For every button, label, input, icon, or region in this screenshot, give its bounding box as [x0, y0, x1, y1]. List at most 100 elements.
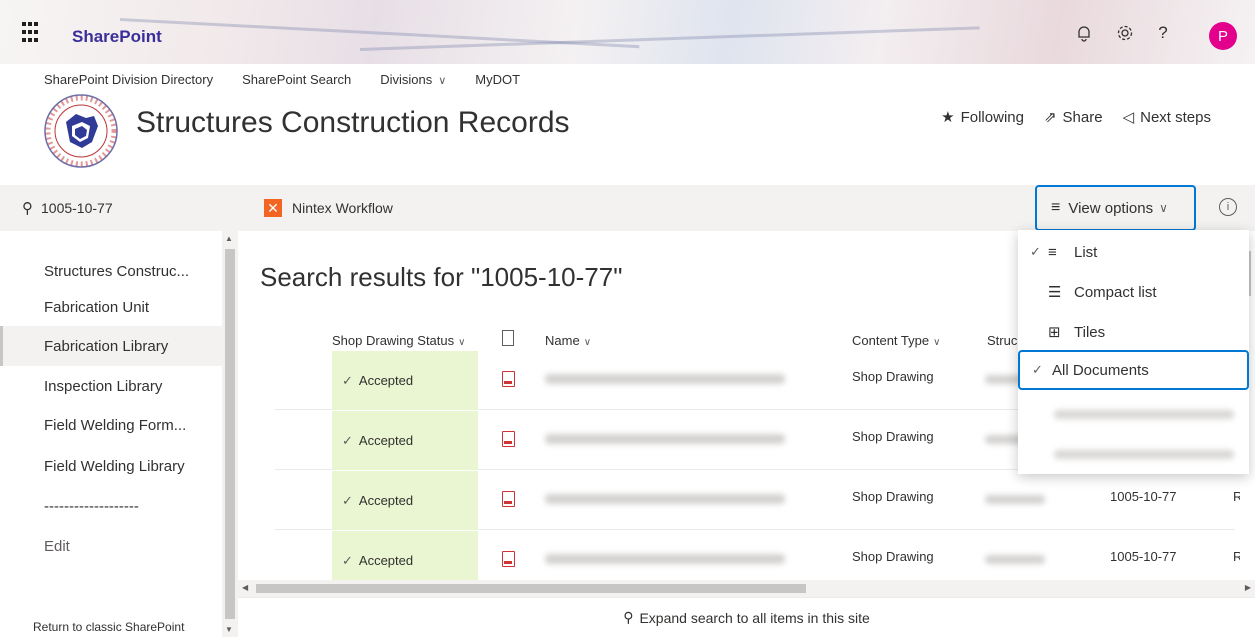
search-icon: ⚲: [22, 200, 33, 217]
menu-item-label: List: [1074, 243, 1098, 261]
suite-bar: SharePoint ? P: [0, 0, 1255, 64]
menu-item-redacted[interactable]: [1054, 410, 1234, 419]
structure-cell-redacted: [985, 495, 1045, 504]
site-title[interactable]: Structures Construction Records: [136, 106, 570, 140]
nav-edit-link[interactable]: Edit: [0, 526, 222, 566]
results-horizontal-scrollbar[interactable]: ◀ ▶: [238, 580, 1255, 597]
project-id-cell: 1005-10-77: [1110, 549, 1177, 564]
chevron-down-icon: ∨: [458, 337, 466, 348]
next-steps-label: Next steps: [1140, 109, 1211, 126]
share-icon: ⇗: [1043, 109, 1057, 126]
menu-item-redacted[interactable]: [1054, 450, 1234, 459]
expand-search-link[interactable]: ⚲ Expand search to all items in this sit…: [238, 597, 1255, 637]
return-to-classic-link[interactable]: Return to classic SharePoint: [33, 620, 184, 634]
help-icon[interactable]: ?: [1150, 20, 1176, 46]
nintex-workflow-button[interactable]: ✕ Nintex Workflow: [264, 199, 393, 217]
notifications-bell-icon[interactable]: [1071, 20, 1097, 46]
file-type-header-icon[interactable]: [502, 330, 514, 346]
settings-gear-icon[interactable]: [1112, 20, 1138, 46]
nav-item-fabrication-library[interactable]: Fabrication Library: [0, 326, 222, 366]
share-button[interactable]: ⇗ Share: [1044, 108, 1103, 126]
content-type-cell: Shop Drawing: [852, 429, 934, 444]
chevron-down-icon: ∨: [1159, 201, 1168, 215]
following-label: Following: [960, 109, 1024, 126]
checkmark-icon: ✓: [1030, 244, 1041, 259]
search-results-title: Search results for "1005-10-77": [260, 262, 623, 292]
list-icon: ≡: [1048, 243, 1057, 261]
nav-item-fabrication-unit[interactable]: Fabrication Unit: [0, 287, 222, 327]
status-cell: ✓ Accepted: [332, 471, 478, 530]
menu-item-all-documents[interactable]: ✓ All Documents: [1018, 350, 1249, 390]
content-type-cell: Shop Drawing: [852, 369, 934, 384]
checkmark-icon: ✓: [342, 552, 353, 568]
pdf-file-icon: [502, 431, 515, 447]
nav-link-division-directory[interactable]: SharePoint Division Directory: [44, 72, 213, 87]
menu-item-label: Compact list: [1074, 283, 1157, 301]
scroll-left-icon[interactable]: ◀: [242, 583, 248, 592]
menu-item-tiles[interactable]: ⊞ Tiles: [1018, 312, 1249, 352]
file-name-redacted[interactable]: [545, 554, 785, 564]
column-content-type-label: Content Type: [852, 333, 930, 348]
app-launcher-icon[interactable]: [22, 22, 44, 44]
file-name-redacted[interactable]: [545, 374, 785, 384]
user-avatar[interactable]: P: [1209, 22, 1237, 50]
checkmark-icon: ✓: [1032, 362, 1043, 377]
site-top-nav: SharePoint Division Directory SharePoint…: [44, 72, 520, 87]
column-header-content-type[interactable]: Content Type ∨: [852, 333, 940, 348]
column-header-status[interactable]: Shop Drawing Status ∨: [332, 333, 465, 348]
chevron-down-icon: ∨: [583, 337, 592, 348]
content-type-cell: Shop Drawing: [852, 549, 934, 564]
pdf-file-icon: [502, 551, 515, 567]
structure-cell-redacted: [985, 555, 1045, 564]
nav-separator: -------------------: [44, 497, 139, 515]
info-icon[interactable]: i: [1219, 198, 1237, 216]
scroll-up-icon[interactable]: ▲: [225, 234, 233, 243]
site-logo-seal[interactable]: [42, 92, 120, 170]
nav-divisions-label: Divisions: [380, 72, 433, 87]
nav-item-structures-construction[interactable]: Structures Construc...: [0, 251, 222, 291]
scroll-right-icon[interactable]: ▶: [1245, 583, 1251, 592]
compact-list-icon: ☰: [1048, 284, 1062, 301]
sharepoint-brand-link[interactable]: SharePoint: [72, 27, 162, 47]
status-text: Accepted: [358, 553, 414, 568]
site-actions: ★ Following ⇗ Share ◁ Next steps: [941, 108, 1211, 126]
scrollbar-thumb[interactable]: [225, 249, 235, 619]
status-text: Accepted: [358, 373, 414, 388]
table-row[interactable]: ✓ Accepted Shop Drawing 1005-10-77 R: [275, 471, 1242, 530]
view-options-label: View options: [1068, 199, 1154, 217]
status-text: Accepted: [358, 433, 414, 448]
next-steps-button[interactable]: ◁ Next steps: [1123, 108, 1211, 126]
menu-item-compact-list[interactable]: ☰ Compact list: [1018, 272, 1249, 312]
nav-link-mydot[interactable]: MyDOT: [475, 72, 520, 87]
nav-item-field-welding-form[interactable]: Field Welding Form...: [0, 405, 222, 445]
search-query: 1005-10-77: [41, 200, 113, 216]
column-header-structure[interactable]: Struc: [987, 333, 1017, 348]
menu-item-list[interactable]: ✓ ≡ List: [1018, 232, 1249, 272]
scrollbar-thumb[interactable]: [256, 584, 806, 593]
following-button[interactable]: ★ Following: [941, 108, 1024, 126]
command-bar: ✕ Nintex Workflow ≡ View options ∨ i: [238, 185, 1255, 231]
tiles-icon: ⊞: [1048, 324, 1061, 341]
banner-decoration: [359, 26, 980, 51]
file-name-redacted[interactable]: [545, 494, 785, 504]
nav-item-inspection-library[interactable]: Inspection Library: [0, 366, 222, 406]
scroll-down-icon[interactable]: ▼: [225, 625, 233, 634]
search-box[interactable]: ⚲ 1005-10-77: [0, 185, 238, 231]
file-name-redacted[interactable]: [545, 434, 785, 444]
pdf-file-icon: [502, 371, 515, 387]
nav-divisions-dropdown[interactable]: Divisions ∨: [380, 72, 446, 87]
nav-link-sharepoint-search[interactable]: SharePoint Search: [242, 72, 351, 87]
left-nav-scrollbar[interactable]: ▲ ▼: [222, 231, 238, 637]
expand-search-label: Expand search to all items in this site: [639, 609, 870, 626]
column-header-name[interactable]: Name ∨: [545, 333, 591, 348]
menu-item-label: All Documents: [1052, 361, 1149, 379]
view-options-button[interactable]: ≡ View options ∨: [1035, 185, 1196, 231]
chevron-down-icon: ∨: [438, 75, 447, 87]
menu-item-label: Tiles: [1074, 323, 1106, 341]
column-status-label: Shop Drawing Status: [332, 333, 455, 348]
list-lines-icon: ≡: [1051, 199, 1061, 216]
nav-item-field-welding-library[interactable]: Field Welding Library: [0, 446, 222, 486]
star-filled-icon: ★: [941, 109, 955, 126]
checkmark-icon: ✓: [342, 432, 353, 448]
content-type-cell: Shop Drawing: [852, 489, 934, 504]
